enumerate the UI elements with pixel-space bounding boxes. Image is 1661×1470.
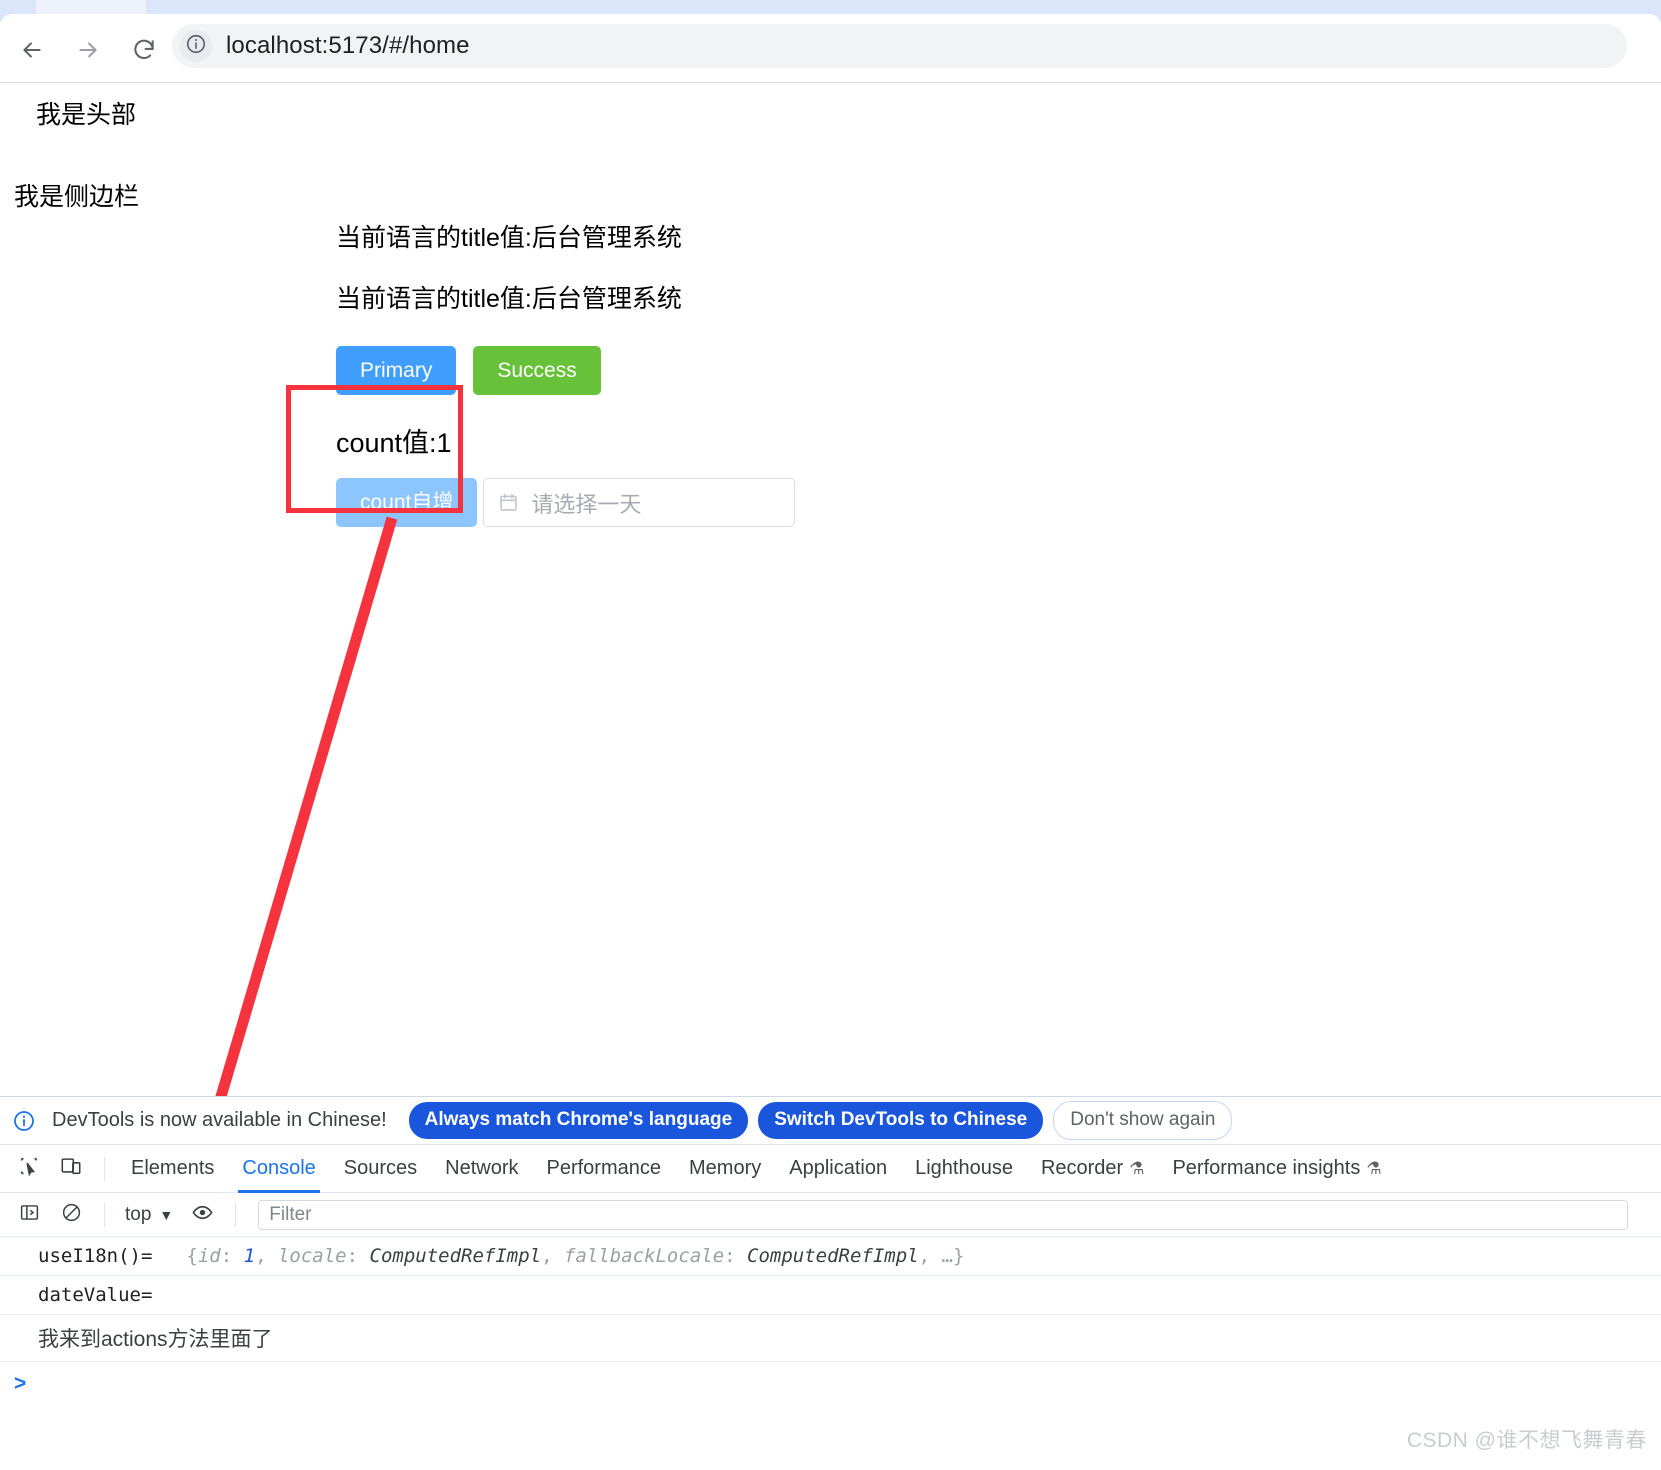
devtools-tab-lighthouse[interactable]: Lighthouse bbox=[901, 1145, 1027, 1192]
device-toolbar-button[interactable] bbox=[53, 1151, 89, 1187]
console-filter-placeholder: Filter bbox=[269, 1203, 312, 1225]
console-toolbar-divider-1 bbox=[104, 1202, 105, 1227]
count-value-label: count值:1 bbox=[336, 428, 452, 459]
console-log-text: useI18n()= bbox=[38, 1245, 153, 1267]
clear-console-icon bbox=[61, 1202, 82, 1228]
console-prompt[interactable]: > bbox=[0, 1362, 1661, 1396]
devtools-tabbar: Elements Console Sources Network Performance… bbox=[0, 1145, 1661, 1193]
console-sidebar-button[interactable] bbox=[11, 1197, 47, 1233]
devtools-tab-console[interactable]: Console bbox=[228, 1145, 329, 1193]
devtools-tab-label: Console bbox=[242, 1157, 316, 1179]
calendar-icon bbox=[498, 492, 519, 513]
console-context-label: top bbox=[125, 1203, 152, 1225]
back-button[interactable] bbox=[12, 30, 52, 70]
i18n-title-line-2: 当前语言的title值:后台管理系统 bbox=[336, 284, 682, 313]
devtools-tab-memory[interactable]: Memory bbox=[675, 1145, 775, 1192]
watermark: CSDN @谁不想飞舞青春 bbox=[1406, 1429, 1647, 1452]
devtools-language-banner: DevTools is now available in Chinese! Al… bbox=[0, 1097, 1661, 1145]
devtools-tab-label: Network bbox=[445, 1157, 519, 1179]
banner-message: DevTools is now available in Chinese! bbox=[52, 1109, 387, 1131]
console-toolbar-divider-2 bbox=[235, 1202, 237, 1227]
devtools-tab-label: Lighthouse bbox=[915, 1157, 1013, 1179]
chevron-down-icon: ▼ bbox=[159, 1206, 174, 1223]
devtools-tab-label: Elements bbox=[131, 1157, 215, 1179]
dont-show-again-button[interactable]: Don't show again bbox=[1053, 1101, 1233, 1140]
devtools-tab-sources[interactable]: Sources bbox=[330, 1145, 431, 1192]
info-circle-icon bbox=[12, 1109, 36, 1133]
experiment-flask-icon: ⚗ bbox=[1129, 1158, 1145, 1178]
live-expression-button[interactable] bbox=[184, 1197, 220, 1233]
console-log-text: dateValue= bbox=[38, 1284, 153, 1306]
forward-arrow-icon bbox=[75, 37, 101, 63]
address-bar[interactable]: localhost:5173/#/home bbox=[172, 24, 1627, 68]
button-row: Primary Success bbox=[336, 346, 795, 396]
always-match-language-button[interactable]: Always match Chrome's language bbox=[408, 1102, 749, 1139]
inspect-element-button[interactable] bbox=[11, 1151, 47, 1187]
devtools-tab-elements[interactable]: Elements bbox=[117, 1145, 228, 1192]
experiment-flask-icon: ⚗ bbox=[1366, 1158, 1382, 1178]
screen-root: localhost:5173/#/home 我是头部 我是侧边栏 当前语言的ti… bbox=[0, 0, 1661, 1470]
date-picker-placeholder: 请选择一天 bbox=[531, 491, 642, 517]
devtools-tab-label: Memory bbox=[689, 1157, 762, 1179]
switch-devtools-language-button[interactable]: Switch DevTools to Chinese bbox=[758, 1102, 1044, 1139]
app-header-text: 我是头部 bbox=[36, 101, 137, 129]
reload-icon bbox=[131, 37, 157, 63]
page-viewport: 我是头部 我是侧边栏 当前语言的title值:后台管理系统 当前语言的title… bbox=[0, 83, 1661, 1096]
info-circle-icon bbox=[185, 33, 207, 60]
devtools-tab-network[interactable]: Network bbox=[431, 1145, 532, 1192]
console-context-selector[interactable]: top ▼ bbox=[117, 1200, 181, 1230]
i18n-title-line-1: 当前语言的title值:后台管理系统 bbox=[336, 224, 682, 252]
back-arrow-icon bbox=[19, 37, 45, 63]
count-increment-button[interactable]: count自增 bbox=[336, 478, 478, 528]
console-log-row: 我来到actions方法里面了 bbox=[0, 1315, 1661, 1362]
console-sidebar-icon bbox=[19, 1202, 40, 1228]
devtools-tab-performance-insights[interactable]: Performance insights ⚗ bbox=[1158, 1145, 1395, 1192]
inspect-element-icon bbox=[18, 1155, 40, 1182]
devtools-tab-application[interactable]: Application bbox=[775, 1145, 901, 1192]
devtools-tab-list: Elements Console Sources Network Performance… bbox=[117, 1145, 1396, 1193]
app-sidebar-text: 我是侧边栏 bbox=[14, 183, 140, 211]
reload-button[interactable] bbox=[124, 30, 164, 70]
console-log-list: useI18n()= {id: 1, locale: ComputedRefImp… bbox=[0, 1237, 1661, 1315]
devtools-tab-label: Performance insights bbox=[1172, 1157, 1361, 1179]
app-main-content: 当前语言的title值:后台管理系统 当前语言的title值:后台管理系统 Pr… bbox=[336, 224, 796, 528]
primary-button[interactable]: Primary bbox=[336, 346, 457, 396]
devtools-tab-label: Performance bbox=[546, 1157, 662, 1179]
date-picker-input[interactable]: 请选择一天 bbox=[483, 478, 796, 528]
console-log-row: dateValue= bbox=[0, 1276, 1661, 1315]
console-filter-input[interactable]: Filter bbox=[258, 1199, 1629, 1230]
live-expression-eye-icon bbox=[191, 1201, 214, 1229]
devtools-tab-label: Recorder bbox=[1040, 1157, 1124, 1179]
console-log-text: 我来到actions方法里面了 bbox=[38, 1328, 273, 1351]
navigation-controls bbox=[12, 28, 164, 72]
success-button[interactable]: Success bbox=[473, 346, 601, 396]
console-toolbar: top ▼ Filter bbox=[0, 1193, 1661, 1237]
site-info-button[interactable] bbox=[180, 30, 212, 62]
url-text: localhost:5173/#/home bbox=[226, 32, 470, 59]
forward-button[interactable] bbox=[68, 30, 108, 70]
clear-console-button[interactable] bbox=[53, 1197, 89, 1233]
devtools-tab-performance[interactable]: Performance bbox=[533, 1145, 676, 1192]
tabbar-divider bbox=[104, 1156, 105, 1181]
device-toolbar-icon bbox=[60, 1155, 82, 1182]
console-log-row: useI18n()= {id: 1, locale: ComputedRefImp… bbox=[0, 1237, 1661, 1276]
devtools-tab-recorder[interactable]: Recorder ⚗ bbox=[1027, 1145, 1159, 1192]
devtools-tab-label: Application bbox=[789, 1157, 888, 1179]
devtools-panel: DevTools is now available in Chinese! Al… bbox=[0, 1096, 1661, 1470]
count-control-row: count自增 请选择一天 bbox=[336, 478, 796, 528]
console-log-object[interactable]: {id: 1, locale: ComputedRefImpl, fallbac… bbox=[186, 1245, 964, 1267]
devtools-tab-label: Sources bbox=[343, 1157, 418, 1179]
